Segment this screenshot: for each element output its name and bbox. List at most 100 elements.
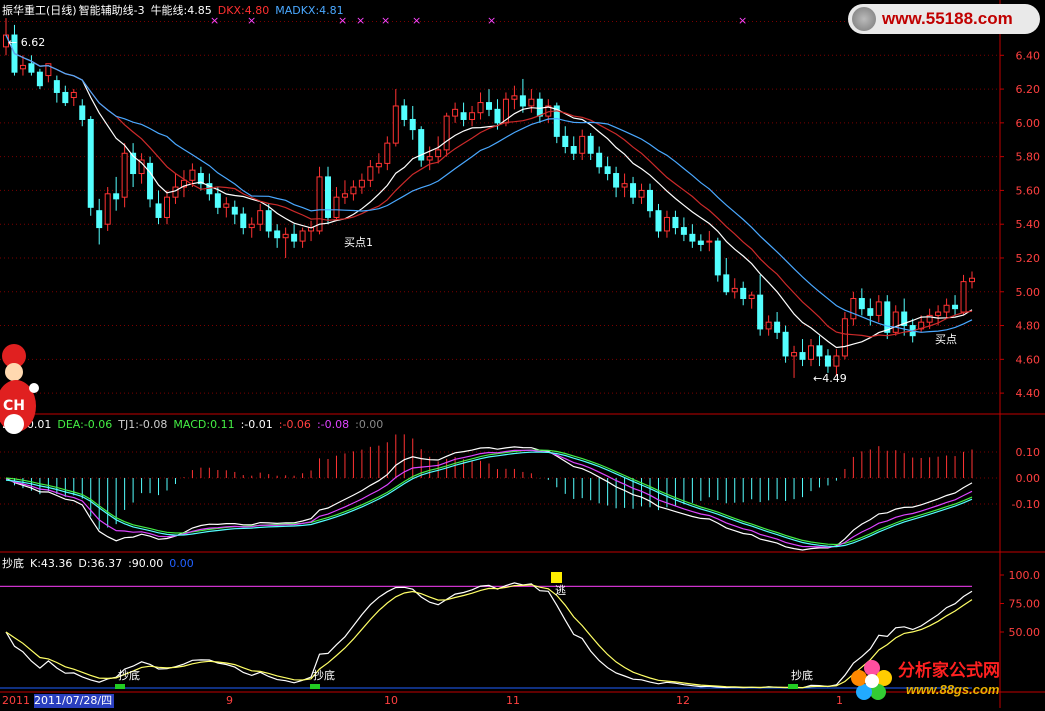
candle-body	[452, 108, 459, 117]
candle-body	[248, 223, 255, 229]
flower-logo-icon	[851, 660, 892, 700]
kd-chaodi-1-marker	[115, 684, 125, 689]
candle-body	[604, 166, 611, 175]
candle-body	[62, 91, 69, 104]
kd-header-item-1: K:43.36	[30, 557, 73, 570]
price-tick-label: 4.40	[1016, 387, 1041, 400]
candle-body	[274, 230, 281, 239]
kd-chaodi-1-label: 抄底	[118, 668, 140, 682]
price-tick-label: 6.20	[1016, 83, 1041, 96]
kd-chaodi-3-label: 抄底	[791, 668, 813, 682]
candle-body	[519, 95, 526, 107]
candle-body	[782, 331, 789, 357]
candle-body	[621, 183, 628, 188]
cursor-date[interactable]: 2011/07/28/四	[34, 694, 114, 708]
dkx-value: 4.80	[244, 4, 270, 17]
candle-body	[816, 345, 823, 357]
kd-header-item-0: 抄底	[2, 557, 24, 570]
macd-header-item-1: DEA:-0.06	[57, 418, 113, 431]
date-month-1: 1	[836, 694, 843, 707]
stock-chart-window[interactable]: 6.606.406.206.005.805.605.405.205.004.80…	[0, 0, 1045, 708]
madkx-label: MADKX:	[275, 4, 320, 17]
date-month-9: 9	[226, 694, 233, 707]
price-tick-label: 6.40	[1016, 49, 1041, 62]
candle-body	[53, 80, 60, 93]
candle-body	[291, 233, 298, 242]
price-tick-label: 5.80	[1016, 151, 1041, 164]
candle-body	[341, 193, 348, 198]
macd-header-item-4: :-0.01	[240, 418, 273, 431]
candle-body	[731, 287, 738, 293]
candle-body	[596, 152, 603, 168]
candle-body	[79, 105, 86, 120]
signal-marker-icon: ×	[356, 14, 365, 27]
candle-body	[833, 355, 840, 367]
candle-body	[265, 210, 272, 232]
candle-body	[748, 294, 755, 300]
candle-body	[316, 176, 323, 232]
candle-body	[409, 118, 416, 131]
price-tick-label: 5.00	[1016, 286, 1041, 299]
indicator-name: 智能辅助线-3	[78, 4, 145, 17]
candle-body	[570, 146, 577, 154]
price-tick-label: 4.60	[1016, 353, 1041, 366]
nn-line-label: 牛能线:	[150, 4, 188, 17]
candle-body	[367, 166, 374, 181]
candle-body	[469, 112, 476, 120]
price-tick-label: 5.60	[1016, 184, 1041, 197]
site-watermark-top: www.55188.com	[848, 4, 1040, 34]
price-tick-label: 6.00	[1016, 117, 1041, 130]
candle-body	[401, 105, 408, 120]
candle-body	[426, 156, 433, 161]
candle-body	[875, 301, 882, 316]
signal-marker-icon: ×	[487, 14, 496, 27]
candle-body	[333, 196, 340, 218]
candle-body	[104, 193, 111, 225]
low-marker-label: ←4.49	[813, 372, 847, 385]
candle-body	[435, 149, 442, 158]
santa-decoration: CH	[0, 340, 44, 436]
chart-canvas[interactable]: 6.606.406.206.005.805.605.405.205.004.80…	[0, 0, 1045, 708]
price-panel-header: 振华重工(日线) 智能辅助线-3 牛能线:4.85 DKX:4.80 MADKX:4.8…	[2, 2, 350, 18]
candle-body	[689, 233, 696, 242]
candle-body	[858, 298, 865, 310]
candle-body	[87, 118, 94, 208]
stock-title: 振华重工(日线)	[2, 4, 77, 17]
candle-body	[172, 186, 179, 198]
candle-body	[841, 318, 848, 357]
macd-header-item-3: MACD:0.11	[173, 418, 235, 431]
candle-body	[460, 112, 467, 120]
price-tick-label: 5.40	[1016, 218, 1041, 231]
candle-body	[824, 355, 831, 367]
madkx-value: 4.81	[319, 4, 344, 17]
candle-body	[477, 102, 484, 114]
santa-icon	[0, 344, 39, 434]
candle-body	[528, 98, 535, 107]
candle-body	[799, 352, 806, 360]
macd-tick-label: -0.10	[1012, 498, 1040, 511]
candle-body	[223, 203, 230, 208]
candle-body	[231, 206, 238, 215]
macd-tick-label: 0.00	[1016, 472, 1041, 485]
kd-k-line	[5, 582, 973, 689]
kd-panel-header: 抄底 K:43.36 D:36.37:90.00 0.00	[2, 555, 200, 571]
candle-body	[486, 102, 492, 110]
candle-body	[384, 142, 391, 164]
candle-body	[562, 135, 569, 148]
candle-body	[70, 91, 77, 99]
candle-body	[850, 298, 857, 320]
candle-body	[867, 308, 874, 316]
candle-body	[147, 162, 154, 200]
escape-signal-icon	[551, 572, 562, 583]
candle-body	[791, 352, 798, 357]
candle-body	[28, 63, 35, 73]
candle-body	[240, 213, 247, 229]
buy-point-1-label: 买点1	[344, 236, 373, 249]
kd-chaodi-2-marker	[310, 684, 320, 689]
macd-tick-label: 0.10	[1016, 446, 1041, 459]
candle-body	[638, 189, 645, 198]
candle-body	[655, 210, 662, 232]
candle-body	[647, 189, 653, 212]
candle-body	[257, 210, 264, 225]
dkx-label: DKX:	[217, 4, 245, 17]
